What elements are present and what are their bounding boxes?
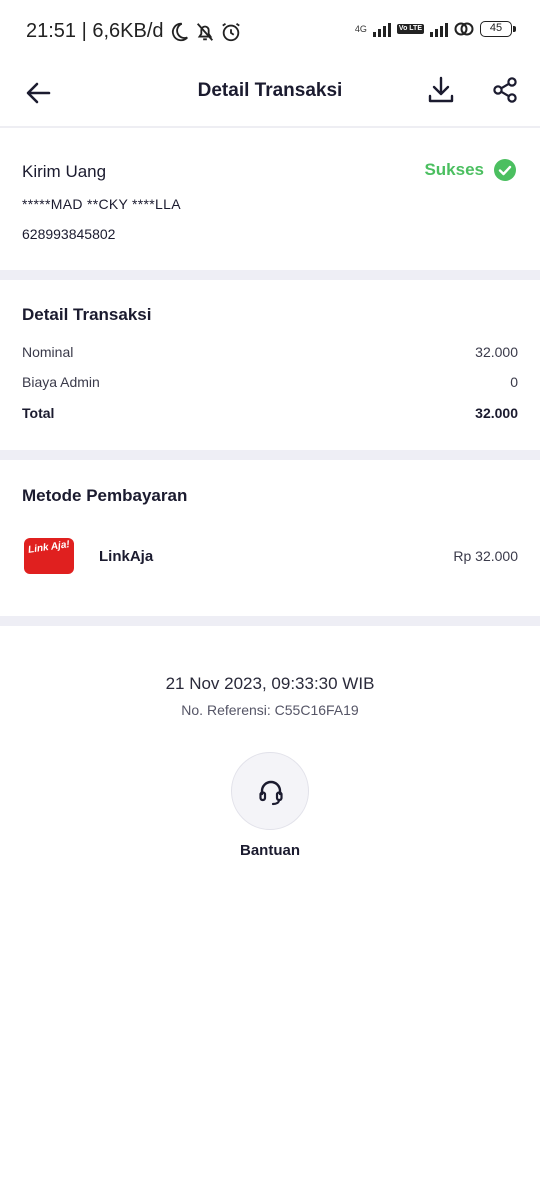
app-bar: Detail Transaksi bbox=[0, 64, 540, 128]
network-type: 4G bbox=[354, 23, 367, 34]
payment-method-name: LinkAja bbox=[99, 548, 154, 565]
bell-off-icon bbox=[196, 22, 213, 41]
transfer-summary: Kirim Uang Sukses *****MAD **CKY ****LLA… bbox=[0, 130, 540, 270]
signal-icon bbox=[372, 21, 391, 37]
status-label: Sukses bbox=[424, 160, 484, 179]
page-title: Detail Transaksi bbox=[197, 80, 343, 101]
reference-number: No. Referensi: C55C16FA19 bbox=[181, 702, 359, 718]
nominal-value: 32.000 bbox=[475, 344, 518, 360]
total-value: 32.000 bbox=[475, 405, 518, 421]
section-divider bbox=[0, 450, 540, 460]
payment-amount: Rp 32.000 bbox=[453, 548, 518, 564]
transaction-datetime: 21 Nov 2023, 09:33:30 WIB bbox=[165, 674, 375, 693]
linkaja-logo: Link Aja! bbox=[24, 538, 74, 574]
status-left: 21:51 | 6,6KB/d bbox=[26, 20, 242, 43]
payment-heading: Metode Pembayaran bbox=[22, 486, 188, 505]
link-icon bbox=[454, 22, 474, 36]
help-label[interactable]: Bantuan bbox=[0, 842, 540, 859]
share-icon bbox=[493, 77, 517, 103]
signal-icon-2 bbox=[430, 21, 448, 37]
transaction-details: Detail Transaksi Nominal 32.000 Biaya Ad… bbox=[0, 280, 540, 450]
payment-method: Metode Pembayaran Link Aja! LinkAja Rp 3… bbox=[0, 460, 540, 616]
recipient-name: *****MAD **CKY ****LLA bbox=[22, 196, 181, 212]
download-button[interactable] bbox=[426, 74, 456, 106]
admin-fee-value: 0 bbox=[510, 374, 518, 390]
total-label: Total bbox=[22, 405, 55, 421]
nominal-label: Nominal bbox=[22, 344, 74, 360]
transaction-type: Kirim Uang bbox=[22, 162, 107, 181]
status-bar: 21:51 | 6,6KB/d 4G Vo LTE 45 bbox=[0, 0, 540, 64]
moon-icon bbox=[171, 22, 188, 41]
help-button[interactable] bbox=[231, 752, 309, 830]
alarm-icon bbox=[221, 22, 240, 41]
section-divider bbox=[0, 616, 540, 626]
linkaja-logo-text: Link Aja! bbox=[27, 539, 71, 556]
battery-icon: 45 bbox=[480, 21, 516, 37]
admin-fee-label: Biaya Admin bbox=[22, 374, 100, 390]
share-button[interactable] bbox=[492, 76, 520, 104]
headset-icon bbox=[259, 780, 283, 806]
status-time-speed: 21:51 | 6,6KB/d bbox=[26, 20, 164, 42]
download-icon bbox=[428, 76, 454, 103]
volte-badge: Vo LTE bbox=[396, 24, 424, 34]
section-divider bbox=[0, 270, 540, 280]
recipient-phone: 628993845802 bbox=[22, 226, 116, 242]
check-circle-icon bbox=[494, 159, 516, 181]
details-heading: Detail Transaksi bbox=[22, 305, 152, 324]
status-right: 4G Vo LTE 45 bbox=[354, 21, 516, 37]
